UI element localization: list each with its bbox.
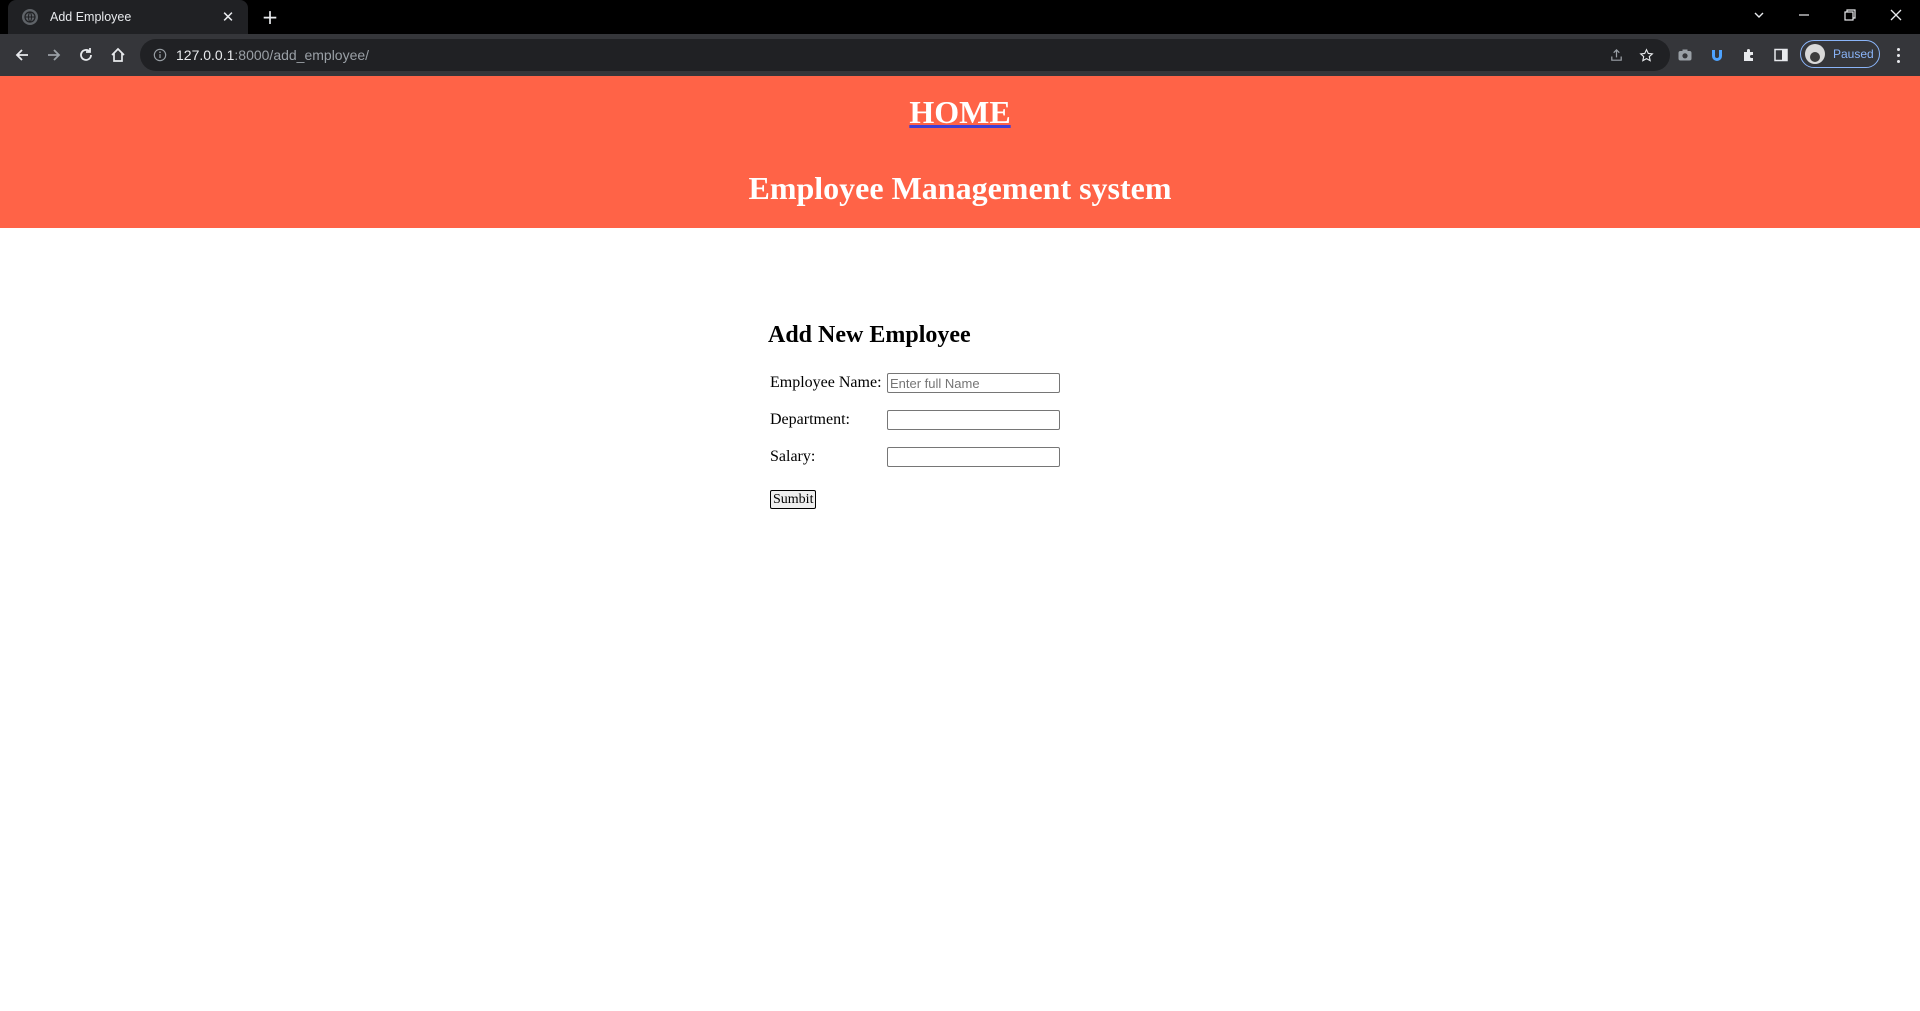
department-input[interactable] [887, 410, 1060, 430]
home-link[interactable]: HOME [0, 94, 1920, 131]
home-icon[interactable] [106, 43, 130, 67]
salary-row: Salary: [770, 447, 1060, 467]
reload-icon[interactable] [74, 43, 98, 67]
employee-name-input[interactable] [887, 373, 1060, 393]
tab-title: Add Employee [50, 10, 132, 24]
browser-tabstrip: Add Employee ✕ + [0, 0, 1920, 34]
extension-shield-icon[interactable] [1706, 44, 1728, 66]
globe-icon [22, 9, 38, 25]
minimize-icon[interactable] [1781, 0, 1827, 30]
submit-button[interactable]: Sumbit [770, 490, 817, 509]
profile-status-label: Paused [1833, 47, 1874, 61]
share-icon[interactable] [1606, 45, 1626, 65]
close-window-icon[interactable] [1873, 0, 1919, 30]
department-row: Department: [770, 410, 1060, 430]
new-tab-button[interactable]: + [258, 5, 282, 29]
site-title: Employee Management system [748, 170, 1172, 206]
form-heading: Add New Employee [768, 322, 971, 348]
side-panel-icon[interactable] [1770, 44, 1792, 66]
back-arrow-icon[interactable] [10, 43, 34, 67]
extensions-puzzle-icon[interactable] [1738, 44, 1760, 66]
forward-arrow-icon[interactable] [42, 43, 66, 67]
salary-input[interactable] [887, 447, 1060, 467]
header-banner: HOME Employee Management system [0, 76, 1920, 228]
browser-toolbar: 127.0.0.1:8000/add_employee/ Paused [0, 34, 1920, 76]
salary-label: Salary: [770, 448, 816, 465]
tab-search-chevron-icon[interactable] [1736, 0, 1782, 30]
tab-close-icon[interactable]: ✕ [218, 8, 238, 26]
profile-button[interactable]: Paused [1800, 40, 1880, 68]
camera-extension-icon[interactable] [1674, 44, 1696, 66]
url-text: 127.0.0.1:8000/add_employee/ [176, 47, 369, 63]
bookmark-star-icon[interactable] [1636, 45, 1656, 65]
browser-tab-active[interactable]: Add Employee ✕ [8, 0, 248, 34]
restore-icon[interactable] [1827, 0, 1873, 30]
employee-name-label: Employee Name: [770, 374, 882, 391]
info-icon[interactable] [152, 47, 168, 63]
url-path: :8000/add_employee/ [234, 47, 370, 63]
browser-menu-icon[interactable] [1888, 44, 1908, 66]
page-content: HOME Employee Management system Add New … [0, 76, 1920, 1011]
avatar [1805, 44, 1825, 64]
url-host: 127.0.0.1 [176, 47, 235, 63]
employee-name-row: Employee Name: [770, 373, 1060, 393]
department-label: Department: [770, 411, 850, 428]
address-bar[interactable]: 127.0.0.1:8000/add_employee/ [140, 39, 1670, 71]
